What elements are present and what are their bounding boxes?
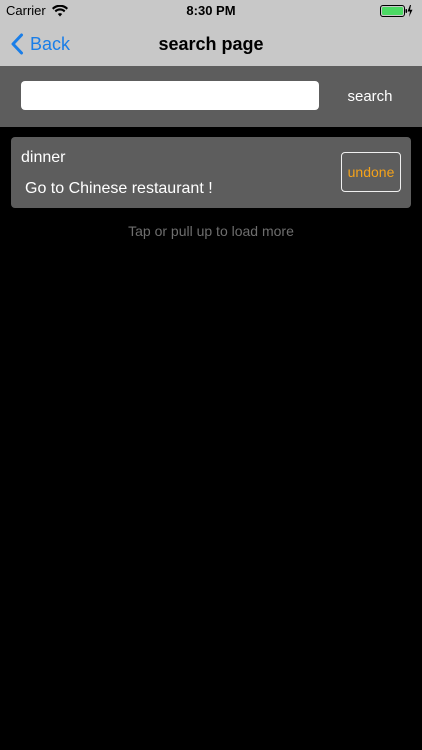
- status-toggle-button[interactable]: undone: [341, 152, 401, 192]
- battery-icon: [380, 4, 414, 18]
- status-bar: Carrier 8:30 PM: [0, 0, 422, 22]
- navigation-bar: Back search page: [0, 22, 422, 66]
- load-more-label[interactable]: Tap or pull up to load more: [0, 223, 422, 239]
- list-item[interactable]: dinner Go to Chinese restaurant ! undone: [11, 137, 411, 208]
- search-button[interactable]: search: [336, 84, 404, 108]
- status-time: 8:30 PM: [186, 3, 236, 18]
- item-title: dinner: [21, 149, 66, 166]
- search-input[interactable]: [21, 81, 319, 110]
- search-bar: search: [0, 66, 422, 127]
- page-title: search page: [158, 34, 264, 54]
- item-description: Go to Chinese restaurant !: [25, 180, 213, 197]
